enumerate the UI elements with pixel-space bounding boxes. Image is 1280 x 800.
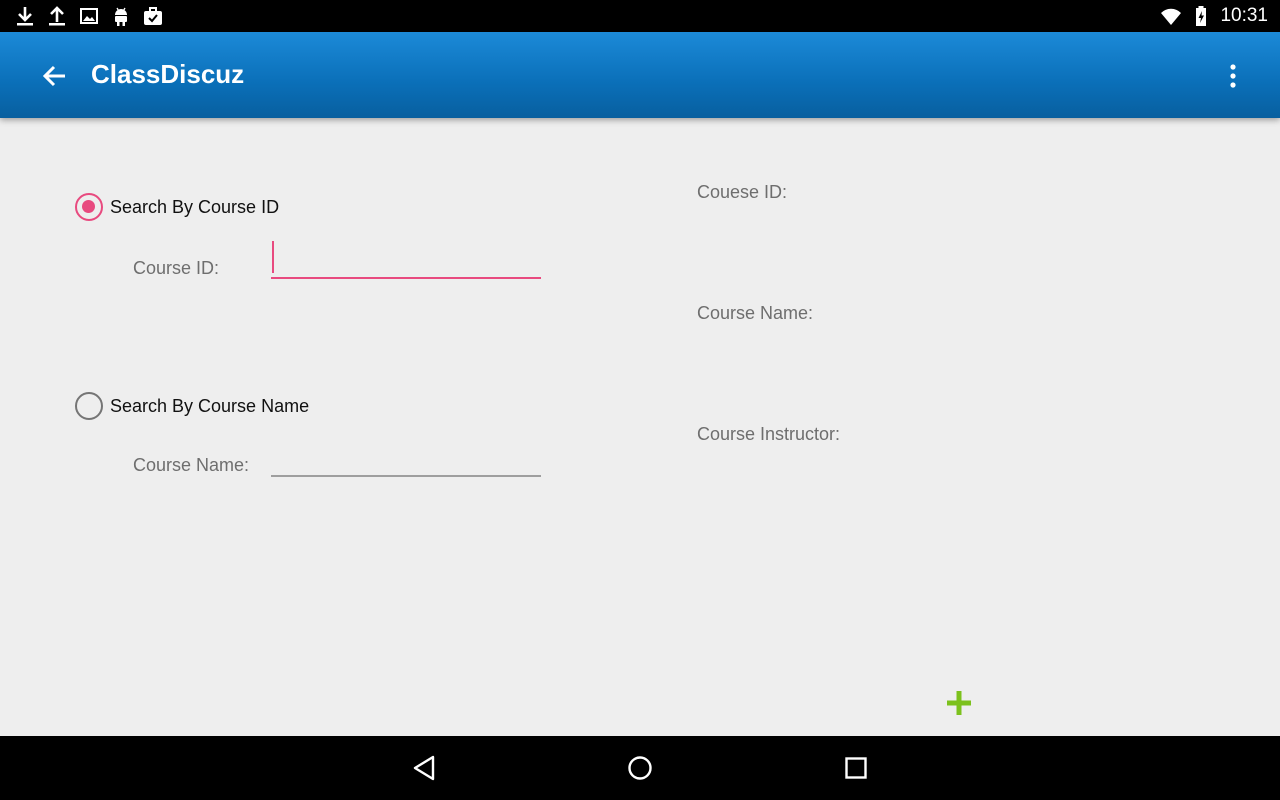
app-title: ClassDiscuz: [91, 59, 245, 89]
search-by-id-radio[interactable]: Search By Course ID: [75, 193, 279, 221]
status-bar: 10:31: [0, 0, 1280, 32]
battery-charging-icon: [1196, 6, 1207, 26]
search-by-name-radio[interactable]: Search By Course Name: [75, 392, 309, 420]
recents-square-icon[interactable]: [838, 750, 874, 786]
course-name-detail-label: Course Name:: [697, 303, 814, 323]
back-triangle-icon[interactable]: [407, 750, 443, 786]
upload-icon: [49, 6, 65, 26]
back-arrow-icon[interactable]: [30, 52, 78, 100]
text-cursor: [272, 241, 274, 273]
app-bar: ClassDiscuz: [0, 32, 1280, 118]
overflow-menu-icon[interactable]: [1204, 56, 1252, 96]
download-icon: [17, 7, 33, 26]
android-icon: [115, 7, 127, 26]
navigation-bar: [0, 736, 1280, 800]
course-id-input[interactable]: [271, 245, 541, 279]
add-plus-icon[interactable]: [944, 688, 974, 718]
wifi-icon: [1161, 8, 1182, 25]
radio-button-unchecked[interactable]: [75, 392, 103, 420]
briefcase-icon: [144, 7, 162, 25]
course-name-label: Course Name:: [133, 455, 250, 475]
clock: 10:31: [1220, 5, 1268, 26]
course-name-input[interactable]: [271, 444, 541, 477]
search-by-id-label: Search By Course ID: [110, 196, 280, 217]
search-by-name-label: Search By Course Name: [110, 395, 310, 416]
course-id-label: Course ID:: [133, 258, 220, 278]
course-id-detail-label: Couese ID:: [697, 182, 788, 202]
image-icon: [80, 8, 98, 24]
course-instructor-detail-label: Course Instructor:: [697, 424, 841, 444]
radio-button-checked[interactable]: [75, 193, 103, 221]
home-circle-icon[interactable]: [622, 750, 658, 786]
